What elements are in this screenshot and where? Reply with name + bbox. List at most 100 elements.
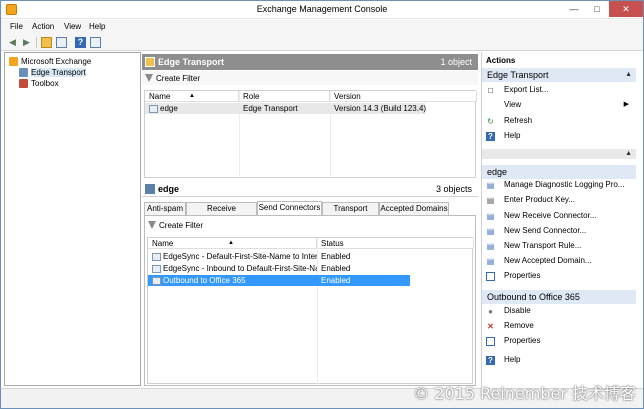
show-hide-tree-icon[interactable]	[56, 37, 67, 48]
edge-transport-icon	[145, 57, 155, 67]
action-properties[interactable]: Properties	[486, 270, 636, 282]
menu-file[interactable]: File	[10, 22, 23, 31]
menu-help[interactable]: Help	[89, 22, 105, 31]
column-label: Name	[152, 239, 174, 248]
tab-transport-rules[interactable]: Transport Rules	[322, 202, 379, 225]
properties-icon	[486, 272, 495, 281]
servers-grid: Name ▲ Role Version edge Edge Transport V…	[144, 90, 477, 179]
action-disable[interactable]: ● Disable	[486, 305, 636, 317]
action-refresh[interactable]: ↻ Refresh	[486, 115, 636, 127]
properties-icon	[486, 337, 495, 346]
action-label: New Transport Rule...	[504, 241, 582, 250]
action-properties[interactable]: Properties	[486, 335, 636, 347]
action-remove[interactable]: ✕ Remove	[486, 320, 636, 332]
new-connector-icon: ▤	[486, 212, 495, 221]
action-label: New Accepted Domain...	[504, 256, 592, 265]
actions-pane: Actions Edge Transport ▲ □ Export List...…	[481, 52, 636, 386]
table-row[interactable]: EdgeSync - Inbound to Default-First-Site…	[148, 263, 410, 274]
action-view[interactable]: View ▶	[486, 99, 636, 111]
maximize-button[interactable]: □	[586, 1, 608, 17]
bottom-pane-header: edge 3 objects	[142, 181, 478, 197]
tab-strip: Anti-spam Receive Connectors Send Connec…	[144, 201, 478, 225]
action-label: Remove	[504, 321, 534, 330]
create-filter-label: Create Filter	[156, 74, 201, 83]
cell-name-text: EdgeSync - Inbound to Default-First-Site…	[163, 264, 317, 273]
action-label: Refresh	[504, 116, 533, 125]
action-label: Help	[504, 131, 521, 140]
send-connectors-grid: Name ▲ Status EdgeSync - Default-First-Si…	[147, 237, 474, 385]
forward-arrow-icon[interactable]: ▶	[21, 37, 32, 48]
action-export-list[interactable]: □ Export List...	[486, 84, 636, 96]
column-header-name[interactable]: Name ▲	[148, 238, 317, 249]
menu-view[interactable]: View	[64, 22, 81, 31]
action-label: New Send Connector...	[504, 226, 587, 235]
actions-section-outbound[interactable]: Outbound to Office 365	[482, 290, 636, 304]
toolbox-icon	[19, 79, 28, 89]
top-pane-header: Edge Transport 1 object	[142, 54, 478, 70]
actions-section-edge-transport[interactable]: Edge Transport ▲	[482, 68, 636, 82]
filter-icon	[148, 221, 156, 229]
create-filter-label: Create Filter	[159, 221, 204, 230]
help-icon[interactable]: ?	[75, 37, 86, 48]
actions-section-edge[interactable]: edge	[482, 165, 636, 179]
up-folder-icon[interactable]	[41, 37, 52, 48]
action-label: View	[504, 100, 522, 109]
new-connector-icon: ▤	[486, 227, 495, 236]
table-row-selected[interactable]: Outbound to Office 365 Enabled	[148, 275, 410, 286]
table-row[interactable]: edge Edge Transport Version 14.3 (Build …	[145, 103, 426, 114]
cell-name: EdgeSync - Inbound to Default-First-Site…	[148, 263, 317, 274]
actions-section-divider[interactable]: ▲	[482, 149, 636, 159]
bottom-pane-title: edge	[158, 184, 180, 194]
tree-item-label: Toolbox	[31, 79, 59, 88]
connector-icon	[152, 276, 161, 285]
top-create-filter[interactable]: Create Filter	[142, 71, 478, 85]
action-help[interactable]: ? Help	[486, 130, 636, 142]
sort-arrow-icon: ▲	[228, 240, 234, 246]
close-button[interactable]: ✕	[609, 1, 643, 17]
tab-receive-connectors[interactable]: Receive Connectors	[186, 202, 257, 225]
tree-item-microsoft-exchange[interactable]: Microsoft Exchange	[9, 56, 91, 67]
result-pane: Edge Transport 1 object Create Filter Na…	[142, 52, 478, 386]
show-hide-action-pane-icon[interactable]	[90, 37, 101, 48]
action-new-receive-connector[interactable]: ▤ New Receive Connector...	[486, 210, 636, 222]
minimize-button[interactable]: —	[563, 1, 585, 17]
cell-name-text: EdgeSync - Default-First-Site-Name to In…	[163, 252, 317, 261]
menu-action[interactable]: Action	[32, 22, 54, 31]
tab-send-connectors[interactable]: Send Connectors	[257, 201, 322, 215]
action-new-accepted-domain[interactable]: ▤ New Accepted Domain...	[486, 255, 636, 267]
tree-item-toolbox[interactable]: Toolbox	[19, 78, 59, 89]
action-new-transport-rule[interactable]: ▤ New Transport Rule...	[486, 240, 636, 252]
tree-item-edge-transport[interactable]: Edge Transport	[19, 67, 86, 78]
column-header-role[interactable]: Role	[239, 91, 330, 102]
action-enter-product-key[interactable]: ▤ Enter Product Key...	[486, 194, 636, 206]
action-new-send-connector[interactable]: ▤ New Send Connector...	[486, 225, 636, 237]
connector-icon	[152, 252, 161, 261]
cell-name: edge	[145, 103, 239, 114]
server-icon	[145, 184, 155, 194]
collapse-up-icon[interactable]: ▲	[625, 150, 632, 157]
cell-version: Version 14.3 (Build 123.4)	[334, 104, 427, 113]
column-header-version[interactable]: Version	[330, 91, 477, 102]
main-window: Exchange Management Console — □ ✕ File A…	[0, 0, 644, 409]
bottom-create-filter[interactable]: Create Filter	[145, 218, 475, 232]
collapse-up-icon[interactable]: ▲	[625, 71, 632, 78]
actions-header: Actions	[486, 56, 516, 65]
cell-name-text: Outbound to Office 365	[163, 276, 246, 285]
toolbar: ◀ ▶ ?	[1, 34, 643, 51]
connector-icon	[152, 264, 161, 273]
disable-icon: ●	[488, 307, 493, 316]
export-icon: □	[488, 86, 493, 95]
column-header-status[interactable]: Status	[317, 238, 474, 249]
cell-role: Edge Transport	[243, 104, 298, 113]
section-title: edge	[487, 167, 508, 177]
back-arrow-icon[interactable]: ◀	[7, 37, 18, 48]
tab-anti-spam[interactable]: Anti-spam	[144, 202, 186, 215]
column-header-name[interactable]: Name ▲	[145, 91, 239, 102]
filter-icon	[145, 74, 153, 82]
action-manage-diagnostic-logging[interactable]: ▤ Manage Diagnostic Logging Pro...	[486, 179, 636, 191]
table-row[interactable]: EdgeSync - Default-First-Site-Name to In…	[148, 251, 410, 262]
bottom-pane-count: 3 objects	[435, 184, 472, 194]
remove-icon: ✕	[487, 322, 494, 331]
tab-accepted-domains[interactable]: Accepted Domains	[379, 202, 449, 215]
action-help-bottom[interactable]: ? Help	[486, 354, 636, 366]
